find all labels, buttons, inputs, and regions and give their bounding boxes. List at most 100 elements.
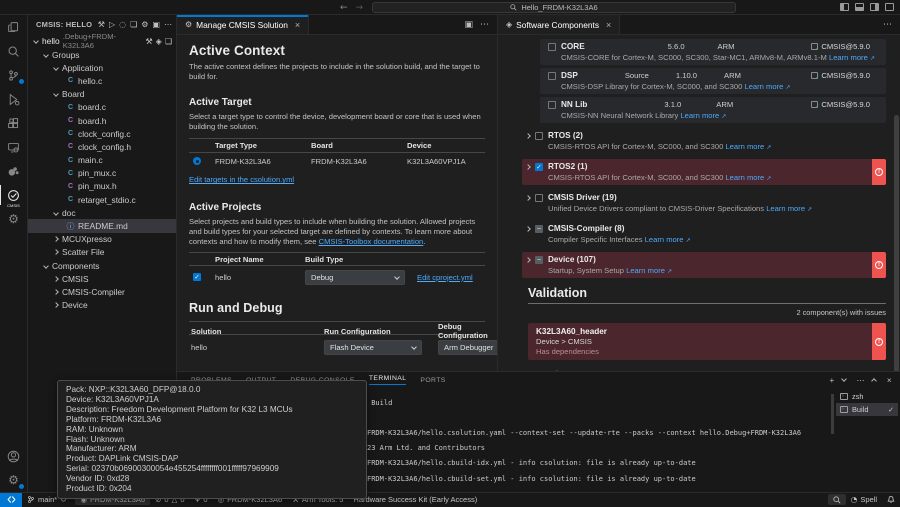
more-actions-icon[interactable]: ⋯ xyxy=(883,20,892,30)
project-checkbox[interactable]: ✓ xyxy=(193,273,201,281)
tree-item-hello-c[interactable]: Chello.c xyxy=(28,74,176,87)
tree-item-mcuxpresso[interactable]: MCUXpresso xyxy=(28,233,176,246)
chevron-down-icon[interactable] xyxy=(841,376,847,382)
tree-item-doc[interactable]: doc xyxy=(28,206,176,219)
back-arrow-icon[interactable]: ← xyxy=(340,3,348,13)
device-checkbox[interactable]: – xyxy=(535,256,543,264)
edit-targets-link[interactable]: Edit targets in the csolution.yml xyxy=(189,175,294,184)
accounts-icon[interactable] xyxy=(0,444,28,468)
tree-item-components[interactable]: Components xyxy=(28,259,176,272)
edit-cproject-link[interactable]: Edit cproject.yml xyxy=(417,273,485,282)
toggle-sidebar-icon[interactable] xyxy=(840,3,849,11)
command-center-search[interactable]: Hello_FRDM-K32L3A6 xyxy=(372,2,736,13)
pack-link[interactable]: CMSIS@5.9.0 xyxy=(811,71,870,80)
remote-indicator[interactable] xyxy=(0,493,22,507)
tree-item-cmsis[interactable]: CMSIS xyxy=(28,272,176,285)
pack-link[interactable]: CMSIS@5.9.0 xyxy=(811,42,870,51)
tree-item-clock-config-h[interactable]: Cclock_config.h xyxy=(28,140,176,153)
learn-more-link[interactable]: Learn more ↗ xyxy=(626,266,672,275)
session-zsh[interactable]: ›zsh xyxy=(836,390,898,403)
run-debug-icon[interactable] xyxy=(0,87,28,111)
tab-ports[interactable]: PORTS xyxy=(420,377,445,384)
close-panel-icon[interactable]: × xyxy=(887,376,892,385)
component-row-core[interactable]: CORE 5.6.0 ARM CMSIS@5.9.0 CMSIS-CORE fo… xyxy=(540,39,886,65)
compare-icon[interactable]: ▣ xyxy=(152,20,160,29)
component-row-nnlib[interactable]: NN Lib 3.1.0 ARM CMSIS@5.9.0 CMSIS-NN Ne… xyxy=(540,97,886,123)
run-configuration-dropdown[interactable]: Flash Device xyxy=(324,340,422,355)
toggle-panel-icon[interactable] xyxy=(855,3,864,11)
component-group-cmsis-driver[interactable]: CMSIS Driver (19) Unified Device Drivers… xyxy=(526,190,886,216)
cmsis-toolbox-doc-link[interactable]: CMSIS-Toolbox documentation xyxy=(319,237,424,246)
run-icon[interactable]: ▷ xyxy=(109,20,115,29)
embedded-tools-icon[interactable]: ⚙ xyxy=(0,207,28,231)
manage-solution-gear-icon[interactable]: ⚙ xyxy=(141,20,148,29)
chevron-up-icon[interactable] xyxy=(871,378,877,384)
component-group-cmsis-compiler[interactable]: – CMSIS-Compiler (8) Compiler Specific I… xyxy=(526,221,886,247)
tree-item-clock-config-c[interactable]: Cclock_config.c xyxy=(28,127,176,140)
learn-more-link[interactable]: Learn more ↗ xyxy=(725,142,771,151)
tree-item-pin-mux-h[interactable]: Cpin_mux.h xyxy=(28,180,176,193)
pack-link[interactable]: CMSIS@5.9.0 xyxy=(811,100,870,109)
remote-explorer-icon[interactable] xyxy=(0,135,28,159)
forward-arrow-icon[interactable]: → xyxy=(356,3,364,13)
customize-layout-icon[interactable] xyxy=(885,3,894,11)
rtos2-checkbox[interactable]: ✓ xyxy=(535,163,543,171)
toggle-secondary-sidebar-icon[interactable] xyxy=(870,3,879,11)
focus-target-icon[interactable]: ◈ xyxy=(156,37,162,46)
close-icon[interactable]: × xyxy=(295,20,300,30)
tree-item-readme[interactable]: ⓘREADME.md xyxy=(28,219,176,232)
learn-more-link[interactable]: Learn more ↗ xyxy=(725,173,771,182)
chevron-right-icon[interactable] xyxy=(525,257,531,263)
session-build[interactable]: ›Build✓ xyxy=(836,403,898,416)
copy-icon[interactable]: ❏ xyxy=(165,37,172,46)
build-wrench-icon[interactable]: ⚒ xyxy=(98,20,105,29)
target-table-row[interactable]: FRDM-K32L3A6 FRDM-K32L3A6 K32L3A60VPJ1A xyxy=(189,153,485,169)
build-type-dropdown[interactable]: Debug xyxy=(305,270,405,285)
cmsis-compiler-checkbox[interactable]: – xyxy=(535,225,543,233)
tree-item-cmsis-compiler[interactable]: CMSIS-Compiler xyxy=(28,285,176,298)
cmsis-view-icon[interactable]: CMSIS xyxy=(0,183,28,207)
tab-manage-cmsis-solution[interactable]: ⚙ Manage CMSIS Solution × xyxy=(177,15,309,34)
extensions-icon[interactable] xyxy=(0,111,28,135)
scrollbar[interactable] xyxy=(894,115,899,371)
chevron-right-icon[interactable] xyxy=(525,133,531,139)
tree-item-main-c[interactable]: Cmain.c xyxy=(28,154,176,167)
screencast-zoom-item[interactable] xyxy=(828,494,846,505)
spell-checker-item[interactable]: ◔ Spell xyxy=(846,493,882,507)
scrollbar[interactable] xyxy=(831,394,834,434)
component-group-device[interactable]: – Device (107) Startup, System Setup Lea… xyxy=(522,252,886,278)
dsp-checkbox[interactable] xyxy=(548,72,556,80)
hardware-success-kit-item[interactable]: Hardware Success Kit (Early Access) xyxy=(348,493,482,507)
core-checkbox[interactable] xyxy=(548,43,556,51)
component-group-rtos2[interactable]: ✓ RTOS2 (1) CMSIS-RTOS API for Cortex-M,… xyxy=(522,159,886,185)
tab-software-components[interactable]: ◈ Software Components × xyxy=(498,15,620,34)
more-actions-icon[interactable]: ⋯ xyxy=(164,20,172,29)
debug-icon[interactable]: ◌ xyxy=(119,20,126,29)
validation-card[interactable]: K32L3A60_header Device > CMSIS Has depen… xyxy=(528,323,886,360)
solution-root-row[interactable]: hello .Debug+FRDM-K32L3A6 ⚒ ◈ ❏ xyxy=(28,34,176,48)
component-row-dsp[interactable]: DSP Source 1.10.0 ARM CMSIS@5.9.0 CMSIS-… xyxy=(540,68,886,94)
learn-more-link[interactable]: Learn more ↗ xyxy=(680,111,726,120)
wrench-icon[interactable]: ⚒ xyxy=(146,37,153,46)
tree-item-board-c[interactable]: Cboard.c xyxy=(28,101,176,114)
new-terminal-icon[interactable]: + xyxy=(829,376,834,385)
chevron-right-icon[interactable] xyxy=(525,226,531,232)
learn-more-link[interactable]: Learn more ↗ xyxy=(645,235,691,244)
component-group-rtos[interactable]: RTOS (2) CMSIS-RTOS API for Cortex-M, SC… xyxy=(526,128,886,154)
tree-item-board-h[interactable]: Cboard.h xyxy=(28,114,176,127)
target-radio[interactable] xyxy=(193,157,201,165)
tree-item-pin-mux-c[interactable]: Cpin_mux.c xyxy=(28,167,176,180)
more-actions-icon[interactable]: ⋯ xyxy=(480,20,489,30)
learn-more-link[interactable]: Learn more ↗ xyxy=(766,204,812,213)
search-icon[interactable] xyxy=(0,39,28,63)
mcux-tools-icon[interactable] xyxy=(0,159,28,183)
nnlib-checkbox[interactable] xyxy=(548,101,556,109)
tree-item-application[interactable]: Application xyxy=(28,61,176,74)
source-control-icon[interactable] xyxy=(0,63,28,87)
rtos-checkbox[interactable] xyxy=(535,132,543,140)
cmsis-driver-checkbox[interactable] xyxy=(535,194,543,202)
learn-more-link[interactable]: Learn more ↗ xyxy=(829,53,875,62)
learn-more-link[interactable]: Learn more ↗ xyxy=(744,82,790,91)
more-actions-icon[interactable]: ⋯ xyxy=(857,376,865,385)
chevron-right-icon[interactable] xyxy=(525,195,531,201)
